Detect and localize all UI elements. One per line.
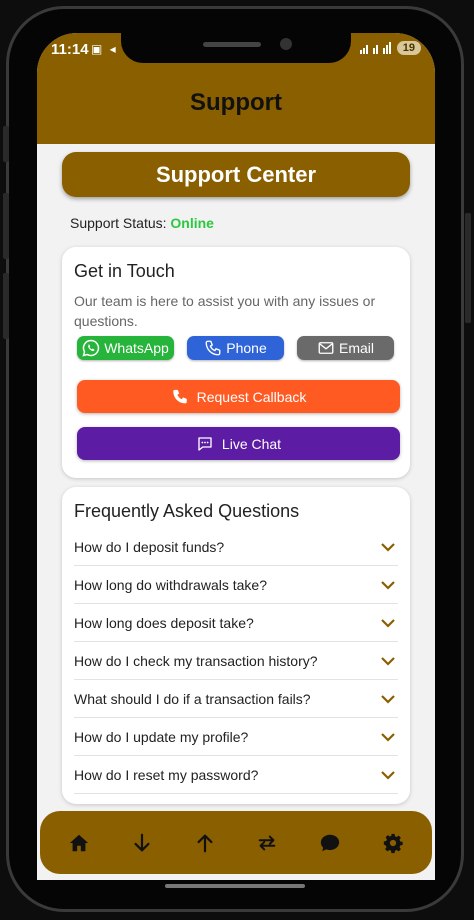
faq-question: How do I deposit funds? [74,538,225,555]
page-title: Support [190,89,282,116]
faq-item[interactable]: How do I deposit funds? [74,528,398,566]
arrow-up-icon [197,834,213,852]
faq-item[interactable]: How long do withdrawals take? [74,566,398,604]
faq-title: Frequently Asked Questions [74,501,300,521]
faq-item[interactable]: What should I do if a transaction fails? [74,680,398,718]
chat-icon [320,834,340,851]
whatsapp-button[interactable]: WhatsApp [77,336,174,360]
arrow-down-icon [134,833,150,851]
phone-icon [205,340,221,356]
live-chat-label: Live Chat [221,435,282,452]
support-status-value: Online [170,215,214,231]
mail-icon [318,342,334,354]
email-label: Email [338,340,374,356]
chevron-down-icon [381,770,395,780]
bottom-nav [40,811,432,874]
camera-notch [121,33,351,63]
faq-item[interactable]: How do I update my profile? [74,718,398,756]
status-time: 11:14 [51,41,89,58]
phone-button[interactable]: Phone [187,336,284,360]
support-status: Support Status: Online [70,215,214,231]
phone-icon [172,389,187,403]
whatsapp-label: WhatsApp [104,340,169,356]
contact-card: Get in Touch Our team is here to assist … [62,247,410,478]
side-button [3,193,9,259]
chevron-down-icon [381,542,395,552]
faq-question: How do I reset my password? [74,766,259,783]
camera-lens [280,38,292,50]
nav-withdraw-button[interactable] [185,823,225,863]
live-chat-button[interactable]: Live Chat [77,427,400,460]
speaker-grille [203,42,261,47]
nav-transfer-button[interactable] [247,823,287,863]
faq-item[interactable]: How do I check my transaction history? [74,642,398,680]
home-icon [70,834,89,851]
faq-question: How long do withdrawals take? [74,576,267,593]
whatsapp-icon [82,339,100,357]
chevron-down-icon [381,618,395,628]
faq-item[interactable]: How do I reset my password? [74,756,398,794]
faq-card: Frequently Asked Questions How do I depo… [62,487,410,804]
contact-title: Get in Touch [74,261,175,281]
support-status-label: Support Status: [70,215,167,231]
faq-question: How do I check my transaction history? [74,652,318,669]
chat-bubble-icon [198,436,212,451]
nav-chat-button[interactable] [310,823,350,863]
chevron-down-icon [381,580,395,590]
chevron-down-icon [381,656,395,666]
app-header: 11:14 ▣ ◂ 19 Support [37,33,435,144]
battery-indicator: 19 [396,41,421,55]
faq-question: How long does deposit take? [74,614,254,631]
side-button [3,126,9,162]
email-button[interactable]: Email [297,336,394,360]
app-screen: 11:14 ▣ ◂ 19 Support Support Center Supp… [37,33,435,880]
contact-description: Our team is here to assist you with any … [74,293,376,329]
status-indicators: 19 [359,41,421,55]
home-indicator [165,884,305,888]
nav-home-button[interactable] [59,823,99,863]
transfer-icon [258,835,276,850]
side-button [3,273,9,339]
support-center-banner: Support Center [62,152,410,197]
nav-deposit-button[interactable] [122,823,162,863]
faq-list: How do I deposit funds? How long do with… [74,528,398,794]
request-callback-label: Request Callback [196,388,307,405]
phone-label: Phone [226,340,267,356]
chevron-down-icon [381,732,395,742]
nav-settings-button[interactable] [373,823,413,863]
chevron-down-icon [381,694,395,704]
status-icons: ▣ ◂ [91,42,118,56]
request-callback-button[interactable]: Request Callback [77,380,400,413]
faq-item[interactable]: How long does deposit take? [74,604,398,642]
gear-icon [383,833,403,853]
side-button [465,213,471,323]
faq-question: How do I update my profile? [74,728,249,745]
signal-icon [359,42,391,54]
faq-question: What should I do if a transaction fails? [74,690,311,707]
